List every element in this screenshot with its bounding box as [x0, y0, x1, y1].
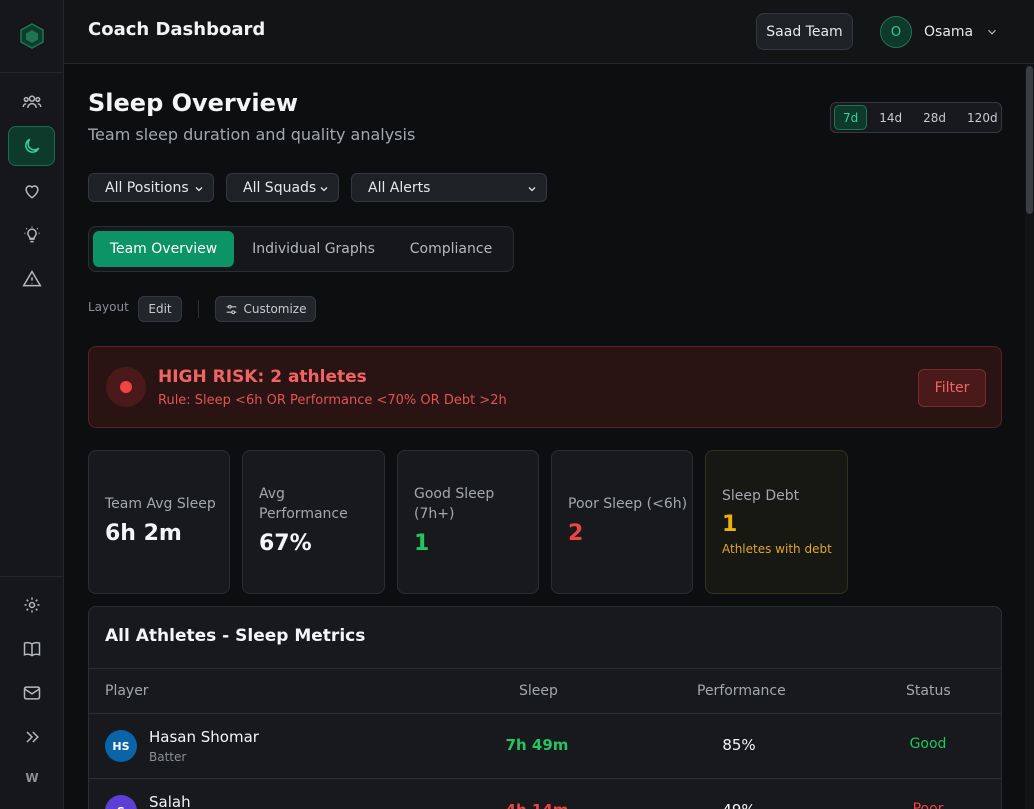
- table-header: Player Sleep Performance Status: [89, 668, 1001, 714]
- alert-dot-icon: [106, 367, 146, 407]
- alerts-select[interactable]: All Alerts: [351, 173, 547, 202]
- divider: [198, 300, 199, 318]
- table-row[interactable]: HS Hasan Shomar Batter 7h 49m 85% Good: [89, 714, 1001, 779]
- sidebar-divider: [0, 72, 64, 73]
- app-logo-icon[interactable]: [16, 20, 48, 52]
- tab-team-overview[interactable]: Team Overview: [93, 231, 234, 267]
- workspace-initial: W: [25, 771, 39, 785]
- player-name: Salah: [149, 793, 191, 809]
- range-7d[interactable]: 7d: [834, 105, 868, 130]
- sidebar-item-team[interactable]: [8, 82, 55, 122]
- app-title: Coach Dashboard: [88, 19, 266, 40]
- stat-card-sleep-debt: Sleep Debt 1 Athletes with debt: [705, 450, 848, 594]
- chevrons-right-icon: [25, 731, 39, 743]
- positions-select-value: All Positions: [105, 179, 189, 196]
- stat-card-avg-performance: Avg Performance 67%: [242, 450, 385, 594]
- stat-label: Poor Sleep (<6h): [568, 496, 688, 512]
- view-tabs: Team Overview Individual Graphs Complian…: [88, 226, 514, 272]
- stat-label: Avg Performance: [259, 486, 348, 522]
- sidebar-divider: [0, 576, 64, 577]
- user-menu[interactable]: O Osama: [880, 15, 999, 49]
- chevron-down-icon: [988, 29, 997, 35]
- tab-compliance[interactable]: Compliance: [392, 231, 510, 267]
- sidebar-expand-button[interactable]: [8, 717, 55, 757]
- sleep-value: 7h 49m: [505, 736, 569, 754]
- stat-note: Athletes with debt: [722, 542, 832, 556]
- column-header-status[interactable]: Status: [906, 683, 951, 699]
- column-header-player[interactable]: Player: [105, 683, 149, 699]
- layout-label: Layout: [88, 300, 129, 314]
- player-role: Batter: [149, 750, 187, 764]
- avatar: O: [880, 16, 912, 48]
- alert-title: HIGH RISK: 2 athletes: [158, 367, 367, 387]
- stat-value: 1: [414, 531, 430, 556]
- book-icon: [23, 641, 40, 657]
- sleep-value: 4h 14m: [487, 801, 587, 809]
- sidebar-item-settings[interactable]: [8, 585, 55, 625]
- squads-select[interactable]: All Squads: [226, 173, 339, 202]
- stat-value: 67%: [259, 531, 312, 556]
- range-28d[interactable]: 28d: [914, 105, 955, 130]
- sidebar-item-wellness[interactable]: [8, 171, 55, 211]
- edit-layout-button[interactable]: Edit: [138, 296, 182, 322]
- alert-triangle-icon: [21, 270, 42, 287]
- stat-card-poor-sleep: Poor Sleep (<6h) 2: [551, 450, 693, 594]
- moon-icon: [24, 138, 39, 153]
- stat-value: 6h 2m: [105, 521, 182, 546]
- status-badge: Poor: [912, 801, 944, 809]
- stat-value: 1: [722, 512, 738, 537]
- lightbulb-icon: [24, 226, 39, 243]
- top-header: Coach Dashboard Saad Team O Osama: [64, 0, 1034, 64]
- high-risk-alert: HIGH RISK: 2 athletes Rule: Sleep <6h OR…: [88, 346, 1002, 428]
- sidebar-item-alerts[interactable]: [8, 259, 55, 299]
- mail-icon: [23, 686, 40, 700]
- heart-icon: [24, 185, 39, 199]
- squads-select-value: All Squads: [243, 179, 317, 196]
- stat-label: Team Avg Sleep: [105, 496, 216, 512]
- page-title: Sleep Overview: [88, 89, 299, 117]
- alert-rule: Rule: Sleep <6h OR Performance <70% OR D…: [158, 393, 507, 408]
- gear-icon: [24, 597, 39, 613]
- chevron-down-icon: [195, 187, 203, 192]
- positions-select[interactable]: All Positions: [88, 173, 214, 202]
- user-name: Osama: [924, 24, 974, 40]
- table-row[interactable]: S Salah 4h 14m 49% Poor: [89, 779, 1001, 809]
- sidebar-item-messages[interactable]: [8, 673, 55, 713]
- page-scrollbar[interactable]: [1025, 64, 1034, 809]
- performance-value: 85%: [722, 736, 756, 754]
- avatar: S: [105, 795, 137, 809]
- sidebar-item-insights[interactable]: [8, 215, 55, 255]
- column-header-sleep[interactable]: Sleep: [519, 683, 558, 699]
- chevron-down-icon: [528, 187, 536, 192]
- alerts-select-value: All Alerts: [368, 179, 431, 196]
- alert-filter-button[interactable]: Filter: [918, 369, 986, 407]
- stat-value: 2: [568, 521, 584, 546]
- tab-individual-graphs[interactable]: Individual Graphs: [242, 231, 385, 267]
- customize-button[interactable]: Customize: [215, 296, 316, 322]
- status-badge: Good: [909, 736, 947, 752]
- performance-value: 49%: [689, 801, 789, 809]
- range-14d[interactable]: 14d: [870, 105, 911, 130]
- chevron-down-icon: [320, 187, 328, 192]
- scrollbar-thumb[interactable]: [1026, 66, 1033, 214]
- avatar: HS: [105, 730, 137, 762]
- users-icon: [22, 95, 41, 108]
- page-subtitle: Team sleep duration and quality analysis: [88, 125, 416, 144]
- athletes-table: All Athletes - Sleep Metrics Player Slee…: [88, 606, 1002, 809]
- table-title: All Athletes - Sleep Metrics: [105, 626, 366, 646]
- sidebar: W: [0, 0, 64, 809]
- team-select-button[interactable]: Saad Team: [756, 13, 853, 50]
- player-name: Hasan Shomar: [149, 728, 259, 746]
- stat-label: Good Sleep (7h+): [414, 486, 495, 522]
- stat-card-team-avg-sleep: Team Avg Sleep 6h 2m: [88, 450, 230, 594]
- date-range-selector: 7d 14d 28d 120d: [830, 102, 1002, 133]
- sidebar-item-sleep[interactable]: [8, 126, 55, 166]
- sliders-icon: [226, 304, 236, 314]
- sidebar-item-docs[interactable]: [8, 629, 55, 669]
- range-120d[interactable]: 120d: [958, 105, 1007, 130]
- column-header-performance[interactable]: Performance: [697, 683, 786, 699]
- customize-label: Customize: [243, 302, 307, 316]
- stat-label: Sleep Debt: [722, 488, 800, 504]
- stat-card-good-sleep: Good Sleep (7h+) 1: [397, 450, 539, 594]
